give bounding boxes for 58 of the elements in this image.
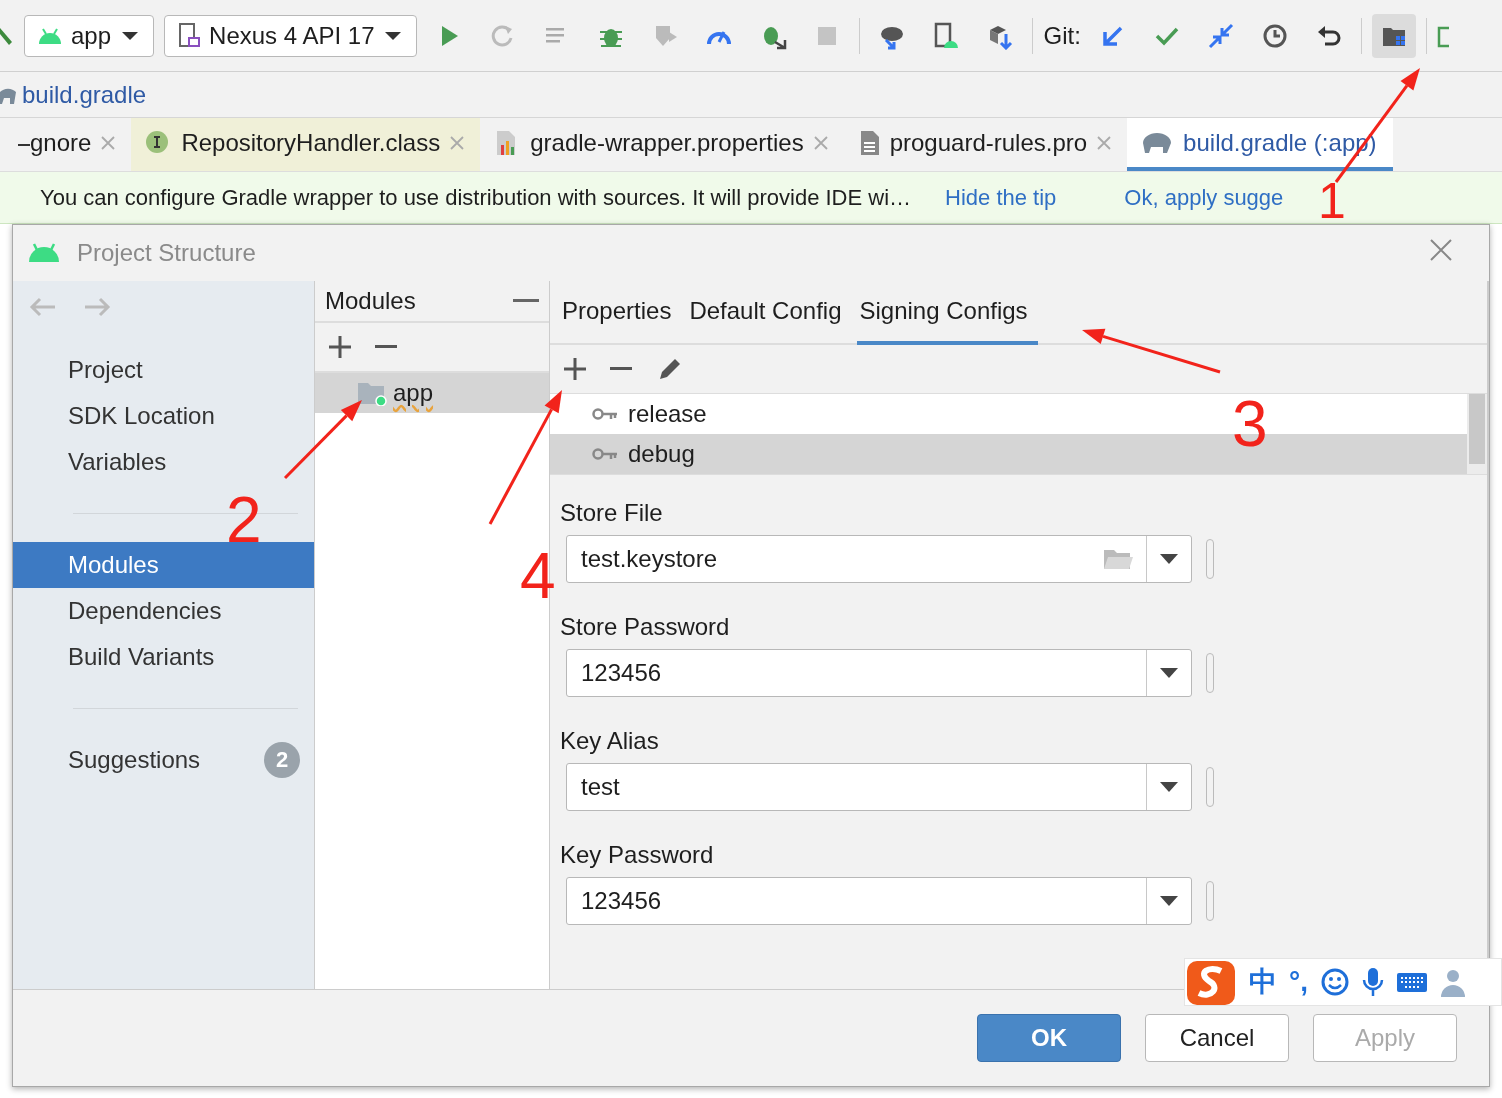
android-icon — [27, 242, 61, 264]
module-folder-icon — [357, 380, 387, 406]
nav-item[interactable]: Suggestions 2 — [13, 737, 314, 783]
field-label: Store Password — [560, 612, 731, 642]
editor-tab[interactable]: gradle-wrapper.properties — [480, 118, 844, 171]
remove-icon[interactable] — [375, 345, 397, 349]
smiley-icon[interactable] — [1320, 967, 1350, 997]
module-item[interactable]: app — [315, 373, 549, 413]
ime-mode-toggle[interactable]: 中 — [1249, 963, 1277, 1001]
field-label: Key Password — [560, 840, 715, 870]
nav-item[interactable]: Modules — [13, 542, 314, 588]
combo-field[interactable]: 123456 — [566, 649, 1192, 697]
phone-icon — [177, 21, 202, 50]
dialog-title: Project Structure — [77, 239, 256, 267]
config-tab[interactable]: Properties — [560, 281, 682, 345]
count-badge: 2 — [264, 742, 300, 778]
config-tab[interactable]: Default Config — [687, 281, 852, 345]
project-structure-icon[interactable] — [1371, 13, 1416, 58]
keyboard-icon[interactable] — [1396, 970, 1428, 994]
config-tab[interactable]: Signing Configs — [857, 281, 1038, 345]
combo-field[interactable]: test.keystore — [566, 535, 1192, 583]
nav-item[interactable]: SDK Location — [13, 393, 314, 439]
ime-punctuation-toggle[interactable]: °, — [1289, 966, 1308, 998]
nav-item[interactable]: Variables — [13, 439, 314, 485]
editor-tab[interactable]: proguard-rules.pro — [843, 118, 1128, 171]
signing-config-item[interactable]: release — [550, 394, 719, 434]
annotation-number: 3 — [1232, 392, 1268, 456]
combo-field[interactable]: 123456 — [566, 877, 1192, 925]
microphone-icon[interactable] — [1362, 966, 1384, 998]
close-icon[interactable] — [1429, 238, 1453, 262]
collapse-icon[interactable] — [513, 299, 539, 303]
add-icon[interactable] — [329, 336, 351, 358]
key-icon — [592, 407, 618, 421]
field-label: Key Alias — [560, 726, 660, 756]
signing-config-item[interactable]: debug — [550, 434, 707, 474]
tip-link[interactable]: Hide the tip — [945, 184, 1057, 211]
modules-header: Modules — [325, 287, 416, 315]
annotation-number: 4 — [520, 544, 556, 608]
nav-item[interactable]: Build Variants — [13, 634, 314, 680]
key-icon — [592, 447, 618, 461]
dialog-button[interactable]: Cancel — [1145, 1014, 1289, 1062]
git-label: Git: — [1043, 21, 1081, 50]
annotation-number: 1 — [1318, 176, 1346, 226]
add-icon[interactable] — [564, 358, 586, 380]
nav-item[interactable]: Project — [13, 347, 314, 393]
editor-tab[interactable]: gnore — [30, 118, 132, 171]
device-dropdown[interactable]: Nexus 4 API 17 — [164, 14, 418, 57]
editor-tab[interactable]: RepositoryHandler.class — [131, 118, 481, 171]
remove-icon[interactable] — [610, 367, 632, 371]
nav-item[interactable]: Dependencies — [13, 588, 314, 634]
scrollbar[interactable] — [1467, 394, 1487, 474]
field-label: Store File — [560, 498, 664, 528]
combo-field[interactable]: test — [566, 763, 1192, 811]
tip-message: You can configure Gradle wrapper to use distribution with sources. It will provide IDE wi… — [40, 184, 912, 211]
dialog-button[interactable]: OK — [977, 1014, 1121, 1062]
breadcrumb-link[interactable]: build.gradle — [22, 80, 147, 109]
run-config-dropdown[interactable]: app — [24, 14, 155, 57]
tip-link[interactable]: Ok, apply sugge — [1124, 184, 1284, 211]
